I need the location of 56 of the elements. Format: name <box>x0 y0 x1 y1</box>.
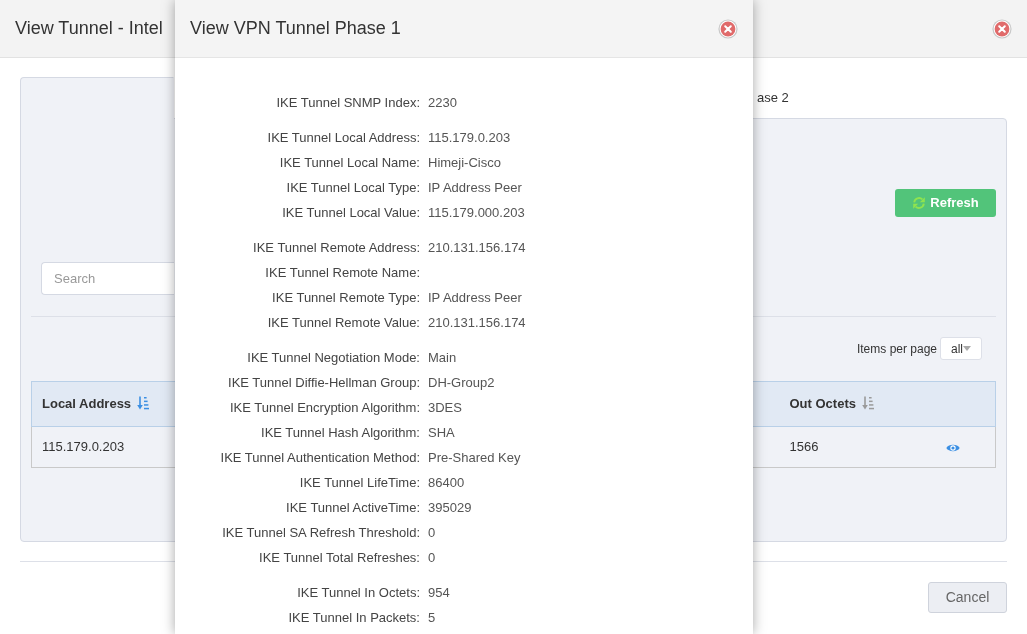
field-value: 115.179.0.203 <box>428 128 511 147</box>
search-field[interactable]: Search <box>41 262 174 295</box>
field-label: IKE Tunnel Negotiation Mode: <box>246 348 420 367</box>
table-cell: 115.179.0.203 <box>31 426 175 468</box>
field-label: IKE Tunnel Hash Algorithm: <box>260 423 420 442</box>
field-value: 2230 <box>428 93 457 112</box>
field-value: 395029 <box>428 498 472 517</box>
field-label: IKE Tunnel Local Address: <box>266 128 420 147</box>
close-icon[interactable] <box>718 18 738 39</box>
field-value: 5 <box>428 608 436 627</box>
field-label: IKE Tunnel In Octets: <box>296 583 420 602</box>
items-per-page-label: Items per page <box>856 340 937 358</box>
dialog-title: View VPN Tunnel Phase 1 <box>190 17 401 40</box>
field-value: IP Address Peer <box>428 178 522 197</box>
field-value: 954 <box>428 583 450 602</box>
sort-icon[interactable] <box>137 396 151 411</box>
field-value: Himeji-Cisco <box>428 153 501 172</box>
field-label: IKE Tunnel LifeTime: <box>298 473 420 492</box>
field-value: DH-Group2 <box>428 373 495 392</box>
field-label: IKE Tunnel Diffie-Hellman Group: <box>227 373 420 392</box>
field-value: 3DES <box>428 398 462 417</box>
eye-icon[interactable] <box>945 442 960 453</box>
column-header[interactable]: Out Octets <box>779 381 929 427</box>
field-label: IKE Tunnel SA Refresh Threshold: <box>221 523 420 542</box>
field-value: 0 <box>428 523 436 542</box>
field-label: IKE Tunnel Remote Address: <box>252 238 420 257</box>
field-value: Main <box>428 348 457 367</box>
field-value: Pre-Shared Key <box>428 448 521 467</box>
field-label: IKE Tunnel Local Type: <box>285 178 420 197</box>
field-label: IKE Tunnel Local Name: <box>278 153 420 172</box>
field-value: IP Address Peer <box>428 288 522 307</box>
field-value: 86400 <box>428 473 465 492</box>
caret-icon <box>963 346 971 351</box>
field-value: 210.131.156.174 <box>428 238 526 257</box>
field-value: 210.131.156.174 <box>428 313 526 332</box>
field-value: 0 <box>428 548 436 567</box>
table-cell: 1566 <box>779 426 929 468</box>
field-value: 115.179.000.203 <box>428 203 525 222</box>
field-label: IKE Tunnel Remote Value: <box>266 313 420 332</box>
window-title: View Tunnel - Intel <box>15 17 163 40</box>
field-label: IKE Tunnel ActiveTime: <box>285 498 420 517</box>
column-header[interactable]: Local Address <box>31 381 175 427</box>
field-label: IKE Tunnel Encryption Algorithm: <box>228 398 420 417</box>
cancel-button[interactable]: Cancel <box>928 582 1007 613</box>
field-label: IKE Tunnel Remote Type: <box>271 288 420 307</box>
page-size-select[interactable]: all <box>940 337 982 360</box>
sort-icon[interactable] <box>861 396 875 411</box>
refresh-icon <box>912 196 927 210</box>
field-label: IKE Tunnel Total Refreshes: <box>258 548 420 567</box>
field-label: IKE Tunnel In Packets: <box>287 608 420 627</box>
field-label: IKE Tunnel Local Value: <box>281 203 420 222</box>
field-value: SHA <box>428 423 455 442</box>
field-label: IKE Tunnel SNMP Index: <box>275 93 420 112</box>
field-label: IKE Tunnel Authentication Method: <box>219 448 420 467</box>
field-label: IKE Tunnel Remote Name: <box>264 263 420 282</box>
close-icon[interactable] <box>992 18 1012 39</box>
